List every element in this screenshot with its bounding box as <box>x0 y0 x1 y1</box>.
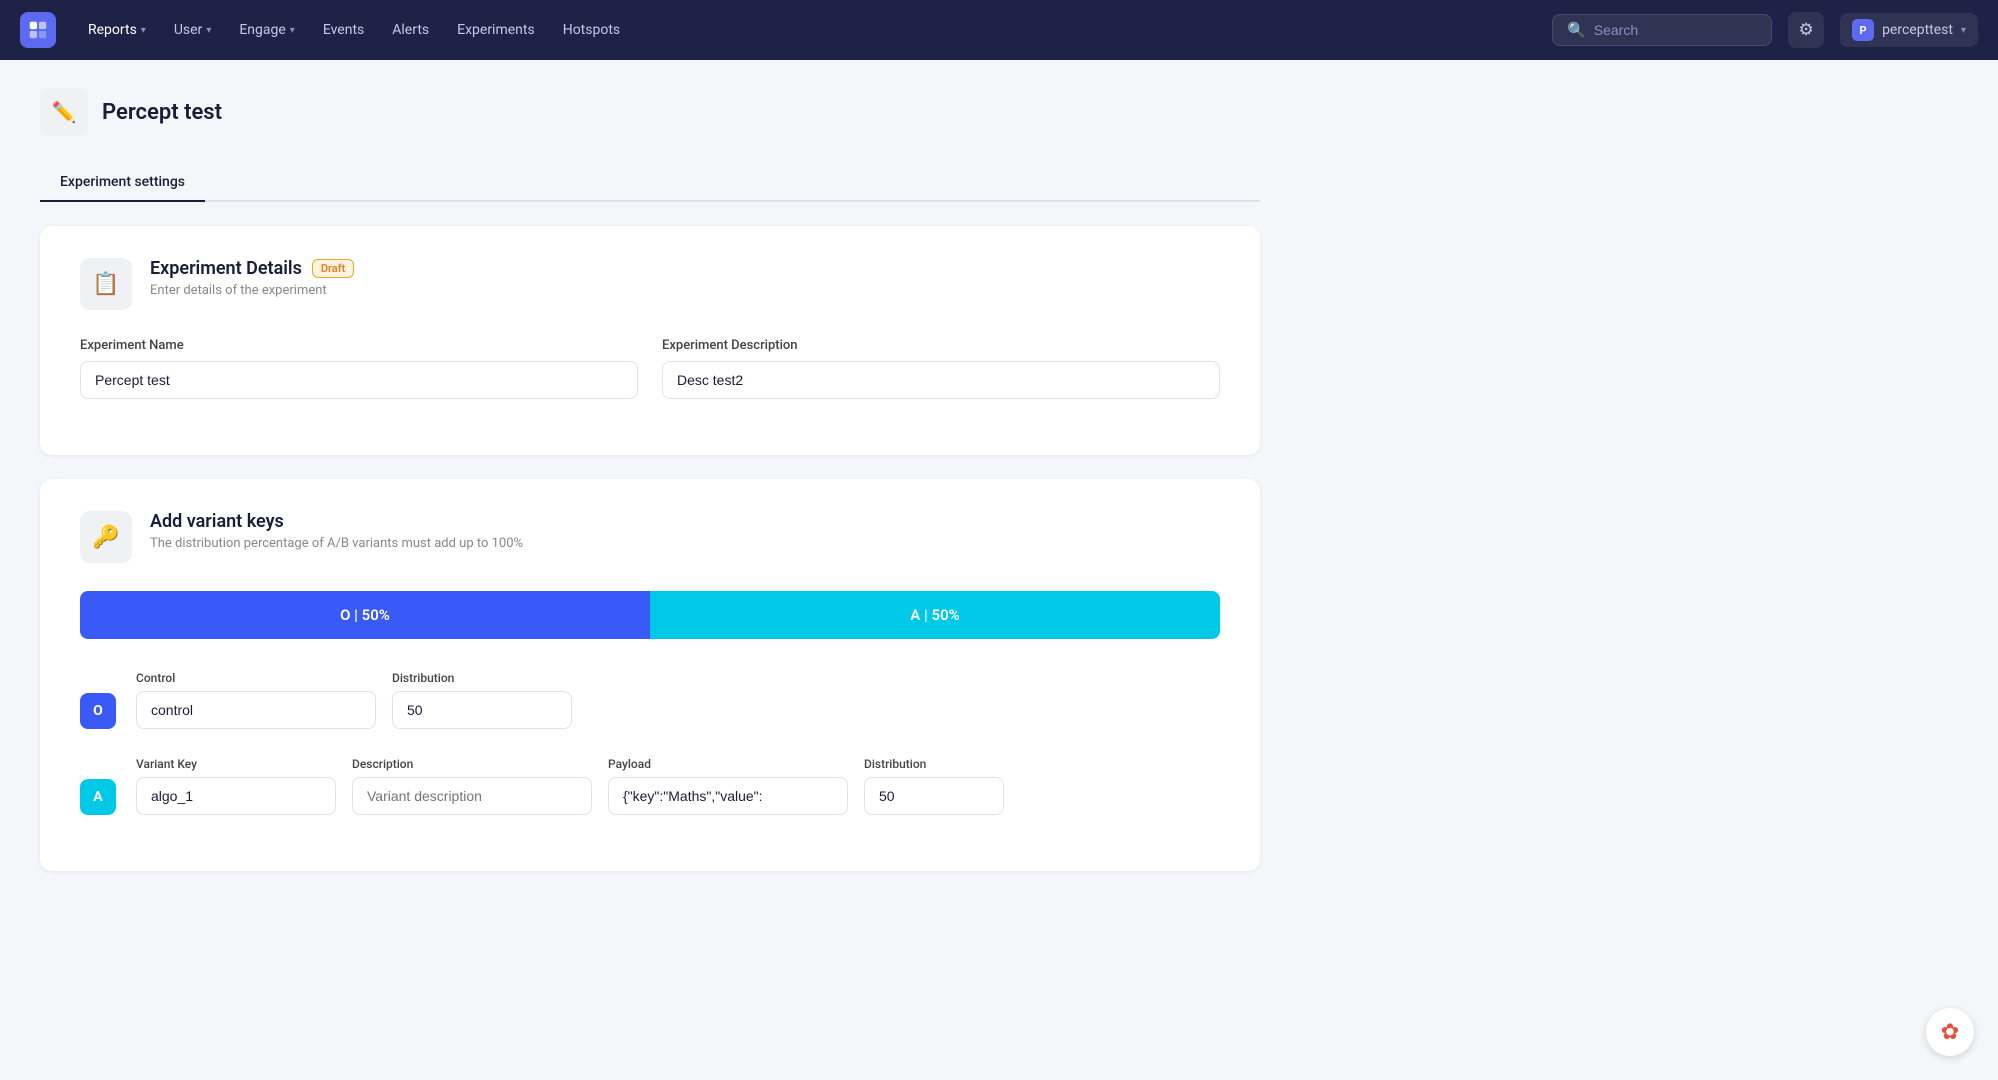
experiment-description-input[interactable] <box>662 361 1220 399</box>
account-button[interactable]: P percepttest ▾ <box>1840 13 1978 47</box>
experiment-name-label: Experiment Name <box>80 338 638 353</box>
settings-button[interactable]: ⚙ <box>1788 12 1824 48</box>
control-key-label: Control <box>136 671 376 685</box>
control-distribution-group: Distribution <box>392 671 572 729</box>
nav-item-events[interactable]: Events <box>311 14 376 46</box>
chevron-down-icon: ▾ <box>206 25 211 36</box>
variant-description-input[interactable] <box>352 777 592 815</box>
navbar: Reports ▾ User ▾ Engage ▾ Events Alerts … <box>0 0 1998 60</box>
experiment-details-card: 📋 Experiment Details Draft Enter details… <box>40 226 1260 455</box>
key-icon: 🔑 <box>92 525 119 550</box>
variant-key-input[interactable] <box>136 777 336 815</box>
nav-right: 🔍 ⚙ P percepttest ▾ <box>1552 12 1978 48</box>
control-distribution-label: Distribution <box>392 671 572 685</box>
card-subtitle-details: Enter details of the experiment <box>150 283 1220 298</box>
logo[interactable] <box>20 12 56 48</box>
variant-distribution-bar: O | 50% A | 50% <box>80 591 1220 639</box>
variant-key-group: Variant Key <box>136 757 336 815</box>
card-header-variant: 🔑 Add variant keys The distribution perc… <box>80 511 1220 563</box>
card-icon-details: 📋 <box>80 258 132 310</box>
draft-badge: Draft <box>312 259 354 278</box>
control-fields: Control Distribution <box>136 671 1220 729</box>
variant-payload-label: Payload <box>608 757 848 771</box>
variant-keys-card: 🔑 Add variant keys The distribution perc… <box>40 479 1260 871</box>
variant-bar-a: A | 50% <box>650 591 1220 639</box>
chevron-down-icon: ▾ <box>141 25 146 36</box>
experiment-description-label: Experiment Description <box>662 338 1220 353</box>
variant-description-label: Description <box>352 757 592 771</box>
card-title-details: Experiment Details Draft <box>150 258 1220 279</box>
chevron-down-icon: ▾ <box>290 25 295 36</box>
control-key-input[interactable] <box>136 691 376 729</box>
control-badge: O <box>80 693 116 729</box>
page-content: ✏️ Percept test Experiment settings 📋 Ex… <box>0 60 1300 923</box>
variant-a-fields: Variant Key Description Payload Distribu… <box>136 757 1220 815</box>
control-distribution-input[interactable] <box>392 691 572 729</box>
search-input[interactable] <box>1594 22 1757 38</box>
nav-item-hotspots[interactable]: Hotspots <box>551 14 632 46</box>
variant-section-subtitle: The distribution percentage of A/B varia… <box>150 536 1220 551</box>
chevron-down-icon: ▾ <box>1961 25 1966 36</box>
variant-payload-input[interactable] <box>608 777 848 815</box>
nav-item-alerts[interactable]: Alerts <box>380 14 441 46</box>
card-icon-variant: 🔑 <box>80 511 132 563</box>
nav-item-user[interactable]: User ▾ <box>162 14 224 46</box>
variant-distribution-group: Distribution <box>864 757 1004 815</box>
variant-a-badge: A <box>80 779 116 815</box>
card-header-details: 📋 Experiment Details Draft Enter details… <box>80 258 1220 310</box>
gear-icon: ⚙ <box>1798 20 1813 40</box>
variant-distribution-label: Distribution <box>864 757 1004 771</box>
nav-item-engage[interactable]: Engage ▾ <box>227 14 306 46</box>
card-title-group: Experiment Details Draft Enter details o… <box>150 258 1220 298</box>
flower-icon: ✿ <box>1941 1020 1959 1045</box>
nav-item-reports[interactable]: Reports ▾ <box>76 14 158 46</box>
variant-key-label: Variant Key <box>136 757 336 771</box>
variant-bar-o: O | 50% <box>80 591 650 639</box>
tabs-bar: Experiment settings <box>40 164 1260 202</box>
variant-distribution-input[interactable] <box>864 777 1004 815</box>
experiment-description-group: Experiment Description <box>662 338 1220 399</box>
page-icon: ✏️ <box>40 88 88 136</box>
variant-a-row: A Variant Key Description Payload Distri… <box>80 753 1220 815</box>
control-row: O Control Distribution <box>80 667 1220 729</box>
variant-description-group: Description <box>352 757 592 815</box>
experiment-name-group: Experiment Name <box>80 338 638 399</box>
nav-items: Reports ▾ User ▾ Engage ▾ Events Alerts … <box>76 14 1544 46</box>
nav-item-experiments[interactable]: Experiments <box>445 14 547 46</box>
search-icon: 🔍 <box>1567 21 1586 39</box>
experiment-name-description-row: Experiment Name Experiment Description <box>80 338 1220 399</box>
variant-section-title: Add variant keys <box>150 511 1220 532</box>
search-bar[interactable]: 🔍 <box>1552 14 1772 46</box>
account-label: percepttest <box>1882 22 1953 38</box>
page-header: ✏️ Percept test <box>40 88 1260 136</box>
variant-title-group: Add variant keys The distribution percen… <box>150 511 1220 551</box>
account-icon: P <box>1852 19 1874 41</box>
tab-experiment-settings[interactable]: Experiment settings <box>40 164 205 202</box>
variant-payload-group: Payload <box>608 757 848 815</box>
experiment-name-input[interactable] <box>80 361 638 399</box>
document-icon: 📋 <box>92 272 119 297</box>
control-key-group: Control <box>136 671 376 729</box>
bottom-icon[interactable]: ✿ <box>1926 1008 1974 1056</box>
edit-icon: ✏️ <box>52 100 77 124</box>
page-title: Percept test <box>102 100 222 125</box>
